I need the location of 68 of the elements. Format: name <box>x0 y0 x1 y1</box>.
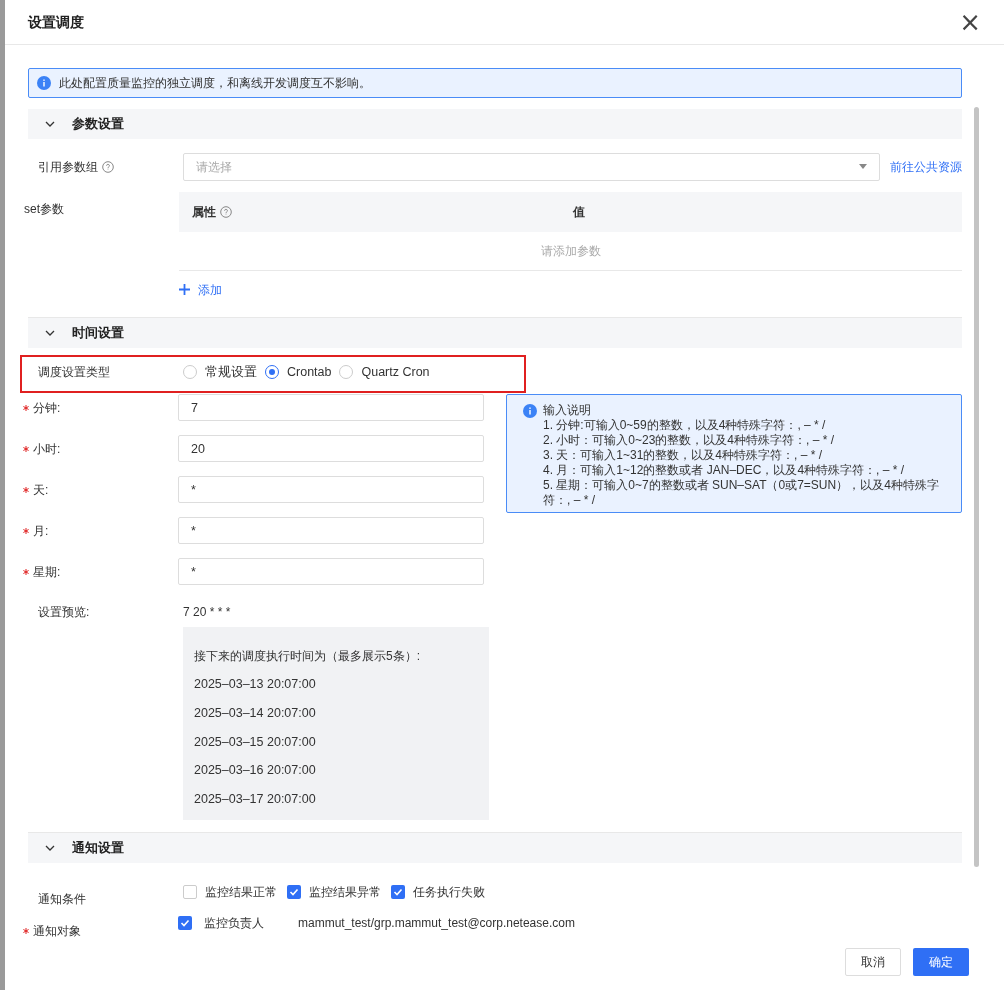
dropdown-caret-icon <box>859 164 867 170</box>
confirm-button[interactable]: 确定 <box>913 948 969 976</box>
input-field[interactable]: 7 <box>178 394 484 421</box>
radio-option[interactable]: Crontab <box>265 363 332 382</box>
section-title: 通知设置 <box>72 839 124 858</box>
dialog-title: 设置调度 <box>28 12 84 32</box>
help-line: 2. 小时：可输入0~23的整数，以及4种特殊字符：, – * / <box>543 433 836 448</box>
field-label: 设置预览: <box>37 604 91 621</box>
checkbox-label: 监控结果正常 <box>205 884 277 901</box>
checkbox-label: 任务执行失败 <box>413 884 485 901</box>
cancel-button[interactable]: 取消 <box>845 948 901 976</box>
field-label: 月: <box>33 522 49 540</box>
cron-expression: 7 20 * * * <box>183 604 232 621</box>
help-line: 5. 星期：可输入0~7的整数或者 SUN–SAT（0或7=SUN），以及4种特殊字符：, – * / <box>543 478 940 508</box>
help-icon <box>220 205 232 218</box>
checkbox[interactable] <box>178 916 192 930</box>
radio-option[interactable]: 常规设置 <box>183 363 257 382</box>
checkbox-label: 监控结果异常 <box>309 884 381 901</box>
field-label: set参数 <box>24 200 65 218</box>
field-label: 分钟: <box>33 399 61 417</box>
info-icon <box>37 75 51 90</box>
checkbox-label: 监控负责人 <box>204 915 264 932</box>
section-header[interactable]: 时间设置 <box>28 317 962 348</box>
run-time: 2025–03–13 20:07:00 <box>194 676 317 693</box>
help-line: 1. 分钟:可输入0~59的整数，以及4种特殊字符：, – * / <box>543 418 827 433</box>
field-label: 通知条件 <box>37 891 87 908</box>
checkmark-icon <box>393 887 403 897</box>
scrollbar[interactable] <box>974 107 979 867</box>
column-header: 值 <box>571 203 586 221</box>
run-time: 2025–03–15 20:07:00 <box>194 733 317 751</box>
help-title: 输入说明 <box>543 403 592 418</box>
help-icon <box>102 160 114 173</box>
alert-text: 此处配置质量监控的独立调度，和离线开发调度互不影响。 <box>59 74 371 92</box>
input-field[interactable]: * <box>178 558 484 585</box>
section-title: 参数设置 <box>72 115 124 134</box>
preview-heading: 接下来的调度执行时间为（最多展示5条）: <box>194 648 421 665</box>
info-icon <box>523 404 537 418</box>
checkbox[interactable] <box>391 885 405 899</box>
column-header: 属性 <box>192 203 216 221</box>
checkbox[interactable] <box>287 885 301 899</box>
run-time: 2025–03–14 20:07:00 <box>194 704 317 722</box>
field-label: 星期: <box>33 563 61 581</box>
recipient-text: mammut_test/grp.mammut_test@corp.netease.com <box>298 915 575 932</box>
checkmark-icon <box>289 887 299 897</box>
input-field[interactable]: * <box>178 476 484 503</box>
section-header[interactable]: 参数设置 <box>28 108 962 139</box>
empty-text: 请添加参数 <box>540 242 601 260</box>
field-label: 引用参数组 <box>38 158 98 176</box>
field-label: 天: <box>33 481 49 499</box>
run-time: 2025–03–16 20:07:00 <box>194 762 317 780</box>
input-field[interactable]: * <box>178 517 484 544</box>
section-header[interactable]: 通知设置 <box>28 833 962 863</box>
section-title: 时间设置 <box>72 324 124 343</box>
input-field[interactable]: 20 <box>178 435 484 462</box>
run-time: 2025–03–17 20:07:00 <box>194 791 317 808</box>
field-label: 调度设置类型 <box>38 364 111 382</box>
field-label: 小时: <box>33 440 61 458</box>
checkbox[interactable] <box>183 885 197 899</box>
field-label: 通知对象 <box>33 923 81 940</box>
public-resource-link[interactable]: 前往公共资源 <box>890 157 962 176</box>
checkmark-icon <box>180 918 190 928</box>
help-line: 3. 天：可输入1~31的整数，以及4种特殊字符：, – * / <box>543 448 824 463</box>
plus-icon <box>179 284 190 296</box>
close-button[interactable]: × <box>959 9 981 35</box>
add-button[interactable]: 添加 <box>179 278 222 301</box>
radio-option[interactable]: Quartz Cron <box>339 363 430 382</box>
help-line: 4. 月：可输入1~12的整数或者 JAN–DEC，以及4种特殊字符：, – * / <box>543 463 906 478</box>
select-placeholder: 请选择 <box>196 158 232 176</box>
